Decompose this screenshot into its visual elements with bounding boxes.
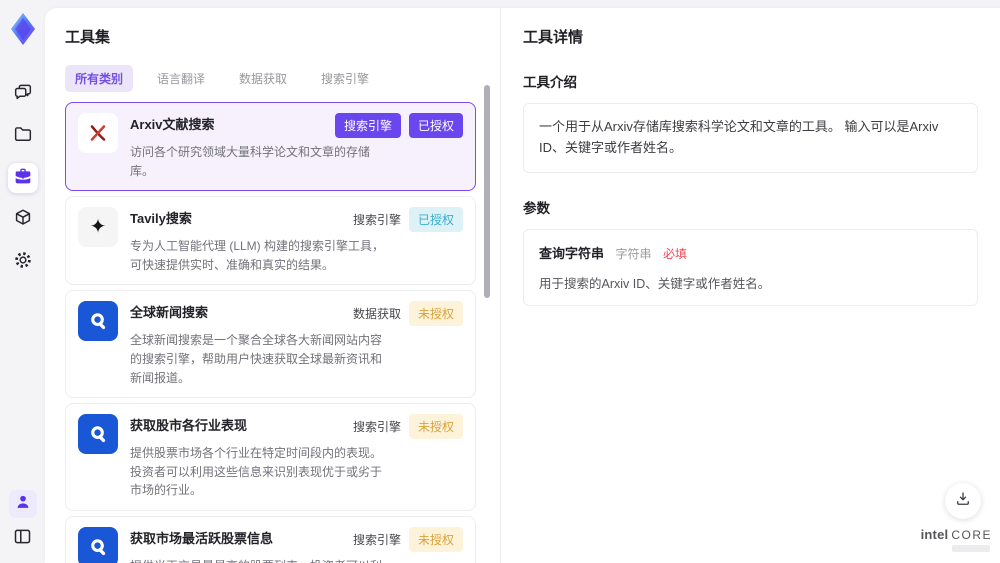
download-button[interactable] [945, 483, 981, 519]
sidebar-item-chat[interactable] [8, 79, 38, 109]
briefcase-icon [12, 165, 34, 192]
intro-box: 一个用于从Arxiv存储库搜索科学论文和文章的工具。 输入可以是Arxiv ID… [523, 103, 978, 173]
tool-description: 全球新闻搜索是一个聚合全球各大新闻网站内容的搜索引擎，帮助用户快速获取全球最新资… [130, 333, 383, 385]
profile-button[interactable] [8, 490, 37, 518]
category-badge: 数据获取 [352, 307, 401, 322]
tool-name: Tavily搜索 [130, 211, 192, 227]
details-panel: 工具详情 工具介绍 一个用于从Arxiv存储库搜索科学论文和文章的工具。 输入可… [500, 8, 1000, 563]
rail-bottom [8, 490, 37, 563]
intel-core-badge: intel CORE [921, 527, 992, 552]
intro-text: 一个用于从Arxiv存储库搜索科学论文和文章的工具。 输入可以是Arxiv ID… [539, 119, 939, 155]
param-name: 查询字符串 [539, 245, 605, 261]
tool-list: Arxiv文献搜索 搜索引擎 已授权 访问各个研究领域大量科学论文和文章的存储库。 ✦ T… [65, 102, 476, 563]
param-header: 查询字符串 字符串 必填 [539, 243, 962, 263]
tool-description: 提供股票市场各个行业在特定时间段内的表现。投资者可以利用这些信息来识别表现优于或… [130, 446, 383, 498]
tool-name: 获取市场最活跃股票信息 [130, 530, 274, 546]
tool-card-1[interactable]: Arxiv文献搜索 搜索引擎 已授权访问各个研究领域大量科学论文和文章的存储库。 [65, 102, 476, 192]
details-panel-title: 工具详情 [523, 29, 584, 46]
category-tabs: 所有类别 语言翻译 数据获取 搜索引擎 [65, 65, 476, 92]
tab-1[interactable]: 所有类别 [65, 65, 134, 92]
rail-nav [7, 79, 38, 277]
sidebar-item-files[interactable] [8, 121, 38, 151]
tool-description: 提供当天交易量最高的股票列表，投资者可以利用这些信息来识别流动性强的股票和潜在的… [130, 557, 388, 563]
chat-icon [12, 81, 34, 108]
tool-card-body: 获取股市各行业表现 搜索引擎 未授权 提供股票市场各个行业在特定时间段内的表现。投资者… [130, 414, 463, 500]
tools-panel: 工具集 所有类别 语言翻译 数据获取 搜索引擎 Arxiv文献搜索 搜索引擎 已授权 访问各… [45, 8, 500, 563]
tool-description: 专为人工智能代理 (LLM) 构建的搜索引擎工具，可快速提供实时、准确和真实的结… [130, 239, 385, 272]
download-icon [954, 490, 972, 513]
tab-4[interactable]: 搜索引擎 [311, 65, 379, 92]
icon-rail [0, 0, 45, 563]
tab-2[interactable]: 语言翻译 [147, 65, 215, 92]
panel-icon [12, 526, 33, 552]
intel-core-sub-badge [952, 545, 990, 552]
sidebar-item-settings[interactable] [8, 247, 38, 277]
cube-icon [12, 207, 34, 234]
tool-name: 全球新闻搜索 [130, 305, 209, 321]
tool-description: 访问各个研究领域大量科学论文和文章的存储库。 [130, 145, 371, 178]
tool-card-2[interactable]: ✦ Tavily搜索 搜索引擎 已授权 专为人工智能代理 (LLM) 构建的搜索引擎工具… [65, 196, 476, 286]
intro-heading: 工具介绍 [523, 75, 577, 90]
category-badge: 搜索引擎 [352, 532, 401, 547]
app-logo-icon[interactable] [8, 12, 38, 51]
news-icon [78, 414, 118, 455]
arxiv-icon [78, 113, 118, 153]
auth-status-badge: 已授权 [408, 113, 463, 138]
tools-panel-title: 工具集 [65, 29, 111, 46]
tool-card-body: Tavily搜索 搜索引擎 已授权 专为人工智能代理 (LLM) 构建的搜索引擎工具，… [130, 207, 463, 274]
tool-card-body: 获取市场最活跃股票信息 搜索引擎未授权提供当天交易量最高的股票列表，投资者可以利用… [130, 526, 463, 563]
sidebar-item-models[interactable] [8, 205, 38, 235]
tool-list-scrollbar[interactable] [484, 85, 490, 298]
tool-name: 获取股市各行业表现 [130, 418, 248, 434]
tool-card-body: 全球新闻搜索 数据获取 未授权 全球新闻搜索是一个聚合全球各大新闻网站内容的搜索引擎，… [130, 301, 463, 387]
param-description: 用于搜索的Arxiv ID、关键字或作者姓名。 [539, 276, 771, 291]
user-icon [13, 492, 33, 517]
param-type: 字符串 [615, 246, 652, 261]
tool-card-5[interactable]: 获取市场最活跃股票信息 搜索引擎未授权提供当天交易量最高的股票列表，投资者可以利用… [65, 515, 476, 563]
category-badge: 搜索引擎 [334, 113, 401, 138]
tool-card-body: Arxiv文献搜索 搜索引擎 已授权访问各个研究领域大量科学论文和文章的存储库。 [130, 113, 463, 180]
tool-name: Arxiv文献搜索 [130, 117, 215, 132]
param-required-badge: 必填 [662, 246, 687, 261]
tool-card-4[interactable]: 获取股市各行业表现 搜索引擎 未授权 提供股票市场各个行业在特定时间段内的表现。投资者… [65, 403, 476, 511]
category-badge: 搜索引擎 [352, 420, 401, 435]
auth-status-badge: 未授权 [408, 301, 463, 327]
auth-status-badge: 未授权 [408, 414, 463, 440]
sidebar-item-tools[interactable] [7, 163, 38, 193]
intel-brand-mark: CORE [951, 528, 992, 542]
tool-card-3[interactable]: 全球新闻搜索 数据获取 未授权 全球新闻搜索是一个聚合全球各大新闻网站内容的搜索引擎，… [65, 290, 476, 399]
main-surface: 工具集 所有类别 语言翻译 数据获取 搜索引擎 Arxiv文献搜索 搜索引擎 已授权 访问各… [45, 8, 1000, 563]
gear-icon [12, 249, 34, 276]
folder-icon [12, 123, 34, 150]
category-badge: 搜索引擎 [352, 213, 401, 228]
intel-brand-word: intel [920, 527, 949, 542]
panel-toggle-button[interactable] [9, 525, 37, 553]
params-heading: 参数 [523, 200, 550, 216]
param-box: 查询字符串 字符串 必填 用于搜索的Arxiv ID、关键字或作者姓名。 [523, 228, 978, 306]
news-icon [78, 301, 118, 342]
auth-status-badge: 未授权 [408, 526, 463, 552]
auth-status-badge: 已授权 [408, 207, 463, 233]
news-icon [78, 526, 118, 563]
tab-3[interactable]: 数据获取 [229, 65, 297, 92]
tavily-icon: ✦ [78, 207, 118, 248]
